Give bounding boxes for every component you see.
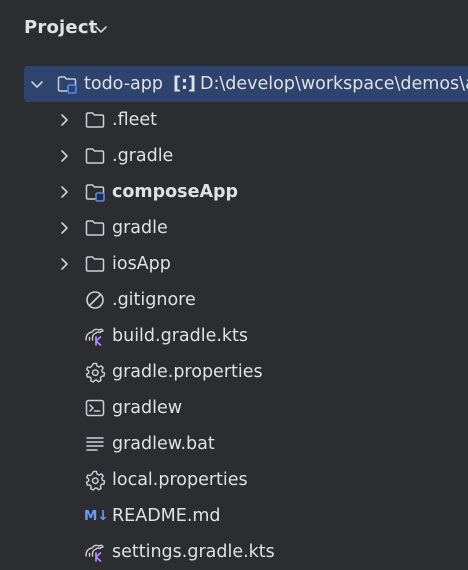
tree-item-local-properties[interactable]: local.properties (0, 462, 468, 498)
chevron-down-icon[interactable] (30, 77, 44, 91)
chevron-right-icon[interactable] (57, 257, 71, 271)
settings-gear-icon (85, 362, 106, 383)
project-view-title[interactable]: Project (24, 17, 98, 38)
tree-item-label: gradlew (112, 398, 183, 418)
tree-root-todo-app[interactable]: todo-app [:] D:\develop\workspace\demos\… (24, 66, 468, 102)
tree-item-build-gradle-kts[interactable]: build.gradle.kts (0, 318, 468, 354)
folder-icon (85, 112, 105, 128)
root-module-name: todo-app (84, 74, 163, 94)
folder-icon (85, 148, 105, 164)
tree-item-fleet[interactable]: .fleet (0, 102, 468, 138)
gradle-kotlin-icon (85, 544, 104, 562)
tree-item-label: gradle (112, 218, 168, 238)
tree-item-label: .gitignore (112, 290, 196, 310)
tree-item-gradlew-bat[interactable]: gradlew.bat (0, 426, 468, 462)
tree-item-label: iosApp (112, 254, 171, 274)
tree-item-label: README.md (112, 506, 221, 526)
text-file-icon (86, 437, 104, 451)
tree-item-label: gradlew.bat (112, 434, 215, 454)
tree-item-label: gradle.properties (112, 362, 263, 382)
gradle-kotlin-icon (85, 328, 104, 346)
tree-item-gradle[interactable]: gradle (0, 210, 468, 246)
tree-item-label: build.gradle.kts (112, 326, 249, 346)
folder-icon (85, 256, 105, 272)
module-tag: [:] (173, 74, 196, 94)
project-tool-window-header: Project (0, 0, 468, 60)
tree-item-gradle-properties[interactable]: gradle.properties (0, 354, 468, 390)
tree-item-dot-gradle[interactable]: .gradle (0, 138, 468, 174)
tree-item-label: .fleet (112, 110, 157, 130)
chevron-right-icon[interactable] (57, 221, 71, 235)
tree-item-gradlew[interactable]: gradlew (0, 390, 468, 426)
chevron-right-icon[interactable] (57, 113, 71, 127)
chevron-right-icon[interactable] (57, 149, 71, 163)
module-folder-icon (57, 76, 77, 94)
chevron-right-icon[interactable] (57, 185, 71, 199)
module-folder-icon (85, 184, 105, 202)
terminal-icon (85, 399, 105, 417)
ignored-file-icon (86, 291, 104, 309)
tree-item-label: .gradle (112, 146, 174, 166)
settings-gear-icon (85, 470, 106, 491)
tree-item-readme[interactable]: M↓ README.md (0, 498, 468, 534)
markdown-icon: M↓ (84, 508, 109, 524)
tree-item-composeapp[interactable]: composeApp (0, 174, 468, 210)
tree-item-iosapp[interactable]: iosApp (0, 246, 468, 282)
tree-item-gitignore[interactable]: .gitignore (0, 282, 468, 318)
root-path: D:\develop\workspace\demos\a (200, 74, 468, 94)
tree-item-settings-gradle-kts[interactable]: settings.gradle.kts (0, 534, 468, 570)
chevron-down-icon[interactable] (94, 22, 108, 36)
tree-item-label: local.properties (112, 470, 248, 490)
tree-item-label: composeApp (112, 182, 239, 202)
tree-item-label: settings.gradle.kts (112, 542, 275, 562)
folder-icon (85, 220, 105, 236)
